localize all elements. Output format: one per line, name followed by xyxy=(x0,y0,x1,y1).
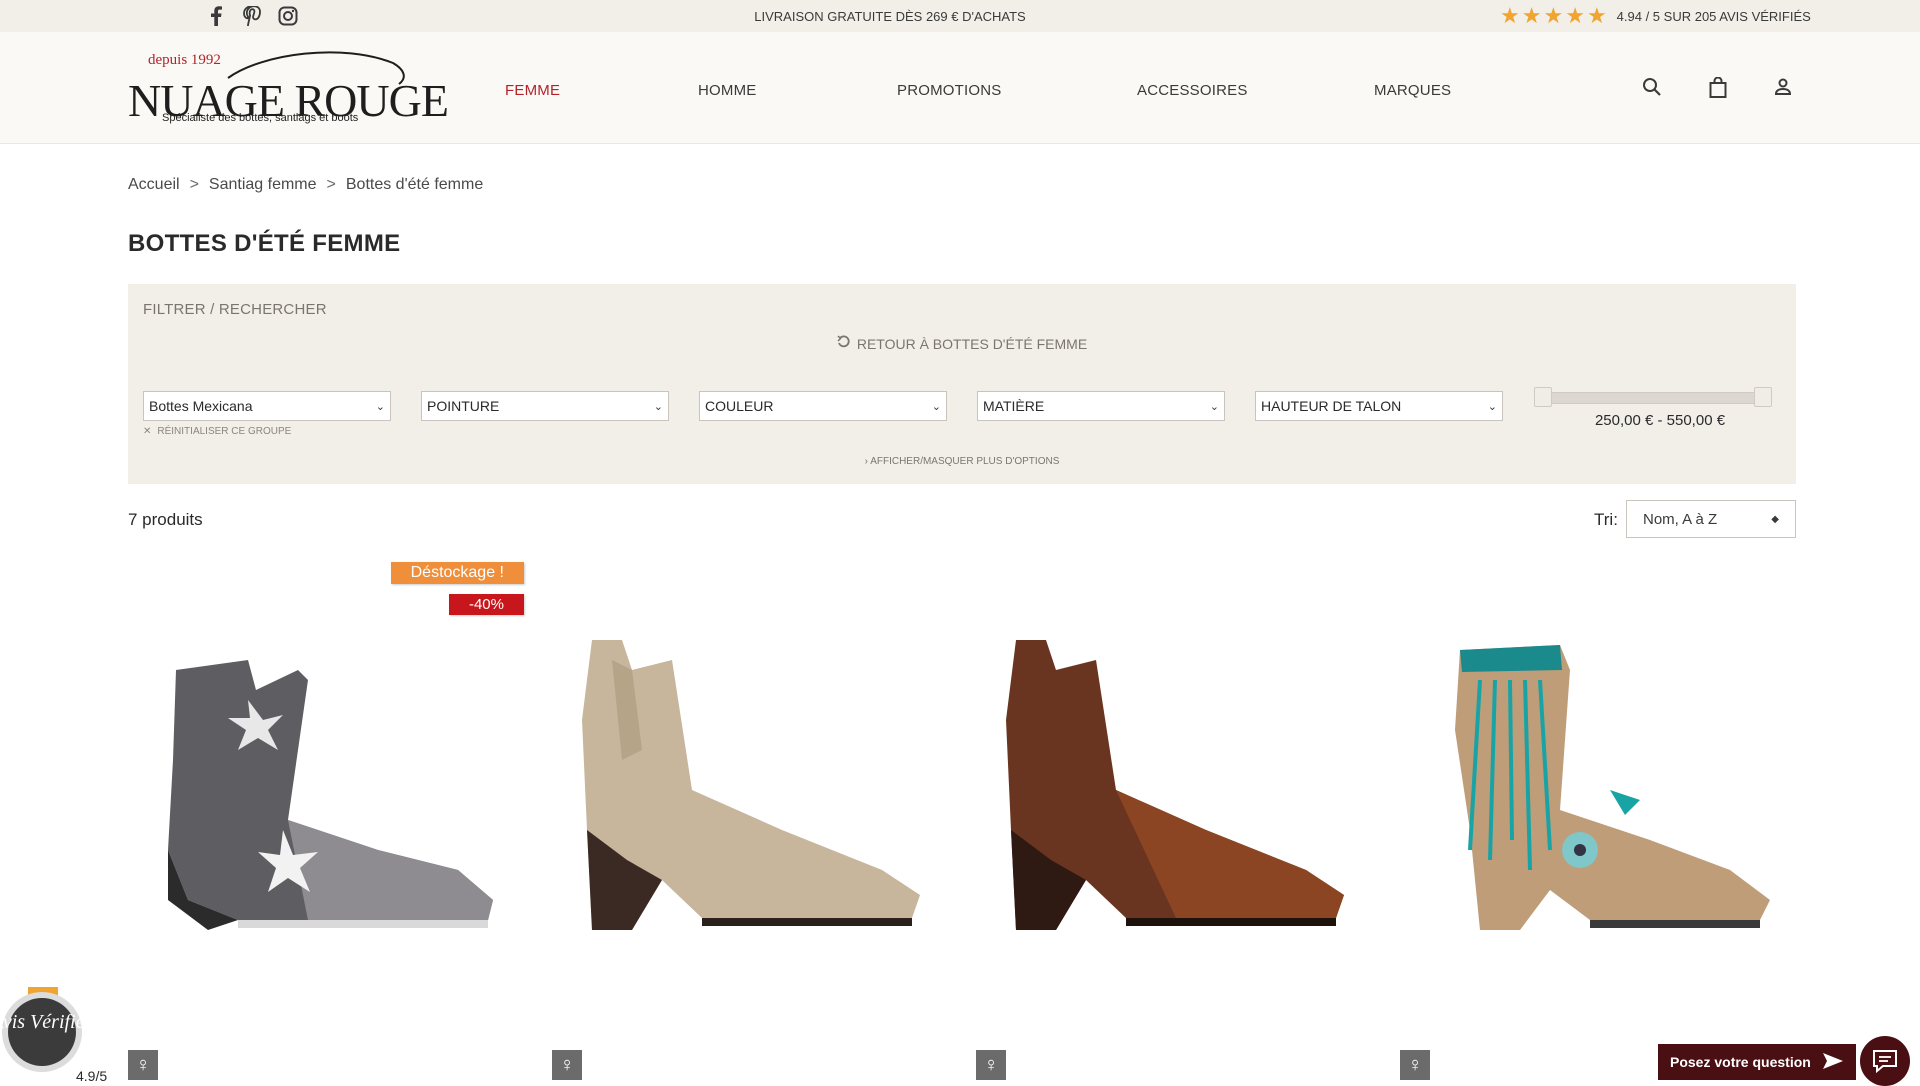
reset-group-link[interactable]: ✕ RÉINITIALISER CE GROUPE xyxy=(143,426,291,437)
nav-marques[interactable]: MARQUES xyxy=(1374,82,1451,99)
shopping-bag-icon[interactable] xyxy=(1709,76,1727,104)
select-value: POINTURE xyxy=(427,398,500,414)
breadcrumb-home[interactable]: Accueil xyxy=(128,176,180,194)
select-value: COULEUR xyxy=(705,398,774,414)
female-icon: ♀ xyxy=(128,1050,158,1080)
female-icon: ♀ xyxy=(976,1050,1006,1080)
logo-tagline: Spécialiste des bottes, santiags et boot… xyxy=(162,112,359,124)
star-icon: ★ xyxy=(1500,3,1520,28)
sort-select[interactable]: Nom, A à Z ◆ xyxy=(1626,500,1796,538)
toggle-more-options[interactable]: › AFFICHER/MASQUER PLUS D'OPTIONS xyxy=(128,456,1796,467)
ask-question-label: Posez votre question xyxy=(1670,1054,1811,1070)
product-count: 7 produits xyxy=(128,510,203,529)
product-image[interactable] xyxy=(976,600,1372,1000)
breadcrumb-separator: > xyxy=(189,176,199,193)
chevron-down-icon: ⌄ xyxy=(653,400,663,413)
star-icon: ★ xyxy=(1565,3,1585,28)
select-value: MATIÈRE xyxy=(983,398,1045,414)
verified-reviews-logo-icon: Avis Vérifiés xyxy=(0,987,92,1072)
ask-question-button[interactable]: Posez votre question xyxy=(1658,1044,1856,1080)
product-card[interactable]: Déstockage ! -40% ♀ xyxy=(128,560,524,1080)
product-image[interactable] xyxy=(552,600,948,1000)
account-icon[interactable] xyxy=(1773,77,1793,102)
price-slider-min-handle[interactable] xyxy=(1534,387,1552,407)
close-icon: ✕ xyxy=(143,426,152,437)
sort-label: Tri: xyxy=(1594,510,1618,529)
main-header: depuis 1992 NUAGE ROUGE Spécialiste des … xyxy=(0,32,1920,144)
back-to-category-link[interactable]: RETOUR À BOTTES D'ÉTÉ FEMME xyxy=(128,335,1796,352)
sort-value: Nom, A à Z xyxy=(1643,510,1718,528)
female-icon: ♀ xyxy=(1400,1050,1430,1080)
send-icon xyxy=(1822,1052,1844,1073)
filter-material-select[interactable]: MATIÈRE ⌄ xyxy=(977,391,1225,421)
nav-femme[interactable]: FEMME xyxy=(505,82,560,99)
search-icon[interactable] xyxy=(1642,77,1662,102)
chat-button[interactable] xyxy=(1860,1036,1910,1086)
promo-badge: Déstockage ! xyxy=(390,562,524,584)
rating-stars: ★ ★ ★ ★ ★ xyxy=(1500,3,1607,28)
price-slider-max-handle[interactable] xyxy=(1754,387,1772,407)
product-card[interactable]: ♀ xyxy=(552,560,948,1080)
nav-homme[interactable]: HOMME xyxy=(698,82,757,99)
chevron-right-icon: › xyxy=(864,456,868,467)
select-value: Bottes Mexicana xyxy=(149,398,253,414)
chat-icon xyxy=(1873,1050,1897,1074)
rating-text: 4.94 / 5 SUR 205 AVIS VÉRIFIÉS xyxy=(1616,8,1811,24)
price-slider-track[interactable] xyxy=(1538,392,1764,404)
breadcrumb-santiag-femme[interactable]: Santiag femme xyxy=(209,176,317,194)
page-title: BOTTES D'ÉTÉ FEMME xyxy=(128,230,401,257)
product-image[interactable] xyxy=(1400,600,1796,1000)
nav-promotions[interactable]: PROMOTIONS xyxy=(897,82,1002,99)
sort-arrows-icon: ◆ xyxy=(1771,513,1779,525)
site-logo[interactable]: depuis 1992 NUAGE ROUGE Spécialiste des … xyxy=(128,51,449,132)
breadcrumb-current: Bottes d'été femme xyxy=(345,176,484,193)
top-bar: LIVRAISON GRATUITE DÈS 269 € D'ACHATS ★ … xyxy=(0,0,1920,32)
price-range-label: 250,00 € - 550,00 € xyxy=(1594,412,1726,429)
product-image[interactable] xyxy=(128,600,524,1000)
female-icon: ♀ xyxy=(552,1050,582,1080)
breadcrumb: Accueil > Santiag femme > Bottes d'été f… xyxy=(128,176,483,194)
star-icon: ★ xyxy=(1521,3,1542,28)
chevron-down-icon: ⌄ xyxy=(931,400,941,413)
filter-size-select[interactable]: POINTURE ⌄ xyxy=(421,391,669,421)
back-link-label: RETOUR À BOTTES D'ÉTÉ FEMME xyxy=(856,335,1088,352)
avis-score: 4.9/5 xyxy=(76,1068,108,1084)
chevron-down-icon: ⌄ xyxy=(1209,400,1219,413)
star-icon: ★ xyxy=(1543,3,1564,28)
logo-since: depuis 1992 xyxy=(148,52,221,68)
chevron-down-icon: ⌄ xyxy=(1487,400,1497,413)
product-card[interactable]: ♀ xyxy=(976,560,1372,1080)
filter-title: FILTRER / RECHERCHER xyxy=(143,301,327,318)
product-card[interactable]: ♀ xyxy=(1400,560,1796,1080)
select-value: HAUTEUR DE TALON xyxy=(1261,398,1402,414)
chevron-down-icon: ⌄ xyxy=(375,400,385,413)
star-icon: ★ xyxy=(1586,3,1607,28)
filter-type-select[interactable]: Bottes Mexicana ⌄ xyxy=(143,391,391,421)
breadcrumb-separator: > xyxy=(326,176,336,193)
filter-color-select[interactable]: COULEUR ⌄ xyxy=(699,391,947,421)
undo-icon xyxy=(837,335,851,352)
more-options-label: AFFICHER/MASQUER PLUS D'OPTIONS xyxy=(870,456,1060,467)
nav-accessoires[interactable]: ACCESSOIRES xyxy=(1137,82,1248,99)
store-rating[interactable]: ★ ★ ★ ★ ★ 4.94 / 5 SUR 205 AVIS VÉRIFIÉS xyxy=(1500,3,1811,28)
filter-heel-height-select[interactable]: HAUTEUR DE TALON ⌄ xyxy=(1255,391,1503,421)
reset-group-label: RÉINITIALISER CE GROUPE xyxy=(157,426,292,437)
verified-reviews-badge[interactable]: Avis Vérifiés 4.9/5 xyxy=(0,980,107,1084)
filter-panel: FILTRER / RECHERCHER RETOUR À BOTTES D'É… xyxy=(128,284,1796,484)
avis-title: Avis Vérifiés xyxy=(0,1011,92,1033)
